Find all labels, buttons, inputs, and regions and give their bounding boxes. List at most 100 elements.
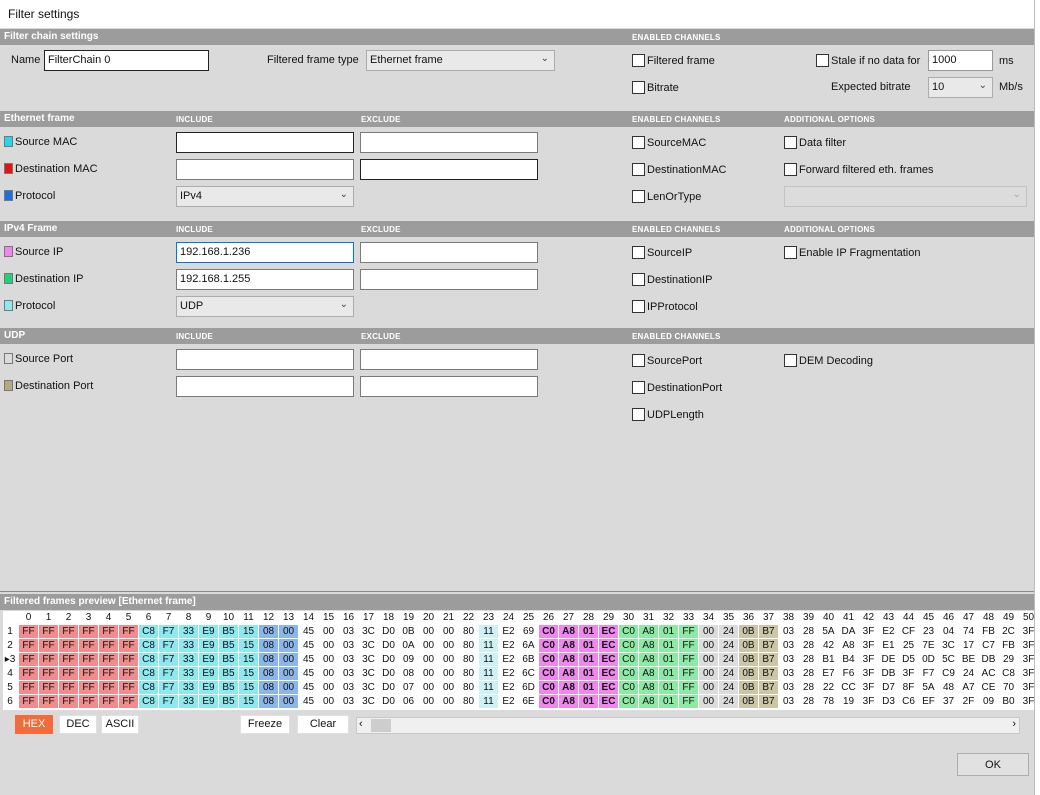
filtered-frame-checkbox[interactable] xyxy=(632,54,645,67)
data-filter-checkbox[interactable] xyxy=(784,136,797,149)
hex-byte-cell[interactable]: 24 xyxy=(719,639,739,653)
hex-byte-cell[interactable]: 80 xyxy=(459,695,479,709)
hex-byte-cell[interactable]: 11 xyxy=(479,625,499,639)
hex-byte-cell[interactable]: 00 xyxy=(319,695,339,709)
hex-byte-cell[interactable]: CE xyxy=(979,681,999,695)
hex-byte-cell[interactable]: FF xyxy=(59,695,79,709)
hex-byte-cell[interactable]: A7 xyxy=(959,681,979,695)
hex-byte-cell[interactable]: 33 xyxy=(179,695,199,709)
hex-byte-cell[interactable]: 00 xyxy=(319,667,339,681)
hex-byte-cell[interactable]: A8 xyxy=(559,639,579,653)
hex-byte-cell[interactable]: 6A xyxy=(519,639,539,653)
hex-byte-cell[interactable]: C0 xyxy=(619,667,639,681)
ip-protocol-dropdown[interactable]: UDP ⌄ xyxy=(176,296,354,317)
hex-byte-cell[interactable]: 08 xyxy=(259,639,279,653)
hex-byte-cell[interactable]: E1 xyxy=(879,639,899,653)
hex-byte-cell[interactable]: BE xyxy=(959,653,979,667)
hex-byte-cell[interactable]: C0 xyxy=(539,639,559,653)
hex-byte-cell[interactable]: 33 xyxy=(179,639,199,653)
hex-byte-cell[interactable]: F7 xyxy=(159,653,179,667)
hex-byte-cell[interactable]: FF xyxy=(39,639,59,653)
hex-byte-cell[interactable]: FF xyxy=(119,639,139,653)
hex-button[interactable]: HEX xyxy=(15,715,53,734)
hex-byte-cell[interactable]: 03 xyxy=(779,625,799,639)
hex-byte-cell[interactable]: 19 xyxy=(839,695,859,709)
hex-byte-cell[interactable]: 00 xyxy=(699,681,719,695)
hex-byte-cell[interactable]: FF xyxy=(59,625,79,639)
hex-byte-cell[interactable]: 00 xyxy=(699,639,719,653)
hex-byte-cell[interactable]: 28 xyxy=(799,681,819,695)
hex-byte-cell[interactable]: 45 xyxy=(299,667,319,681)
hex-byte-cell[interactable]: 03 xyxy=(339,695,359,709)
hex-byte-cell[interactable]: C0 xyxy=(539,667,559,681)
hex-byte-cell[interactable]: 17 xyxy=(959,639,979,653)
hex-byte-cell[interactable]: FF xyxy=(679,681,699,695)
hex-byte-cell[interactable]: 70 xyxy=(999,681,1019,695)
hex-byte-cell[interactable]: C7 xyxy=(979,639,999,653)
hex-byte-cell[interactable]: 0B xyxy=(739,667,759,681)
hex-byte-cell[interactable]: F7 xyxy=(159,667,179,681)
hex-byte-cell[interactable]: 6E xyxy=(519,695,539,709)
hex-byte-cell[interactable]: C0 xyxy=(539,625,559,639)
hex-byte-cell[interactable]: 01 xyxy=(579,639,599,653)
hex-byte-cell[interactable]: EC xyxy=(599,681,619,695)
hex-byte-cell[interactable]: FF xyxy=(99,695,119,709)
source-port-include-field[interactable] xyxy=(176,349,354,370)
hex-byte-cell[interactable]: B5 xyxy=(219,695,239,709)
hex-byte-cell[interactable]: 3F xyxy=(859,625,879,639)
hex-byte-cell[interactable]: E2 xyxy=(499,667,519,681)
hex-byte-cell[interactable]: 3F xyxy=(1019,681,1034,695)
hex-byte-cell[interactable]: 6D xyxy=(519,681,539,695)
hex-byte-cell[interactable]: 24 xyxy=(719,625,739,639)
hex-byte-cell[interactable]: 80 xyxy=(459,625,479,639)
hex-byte-cell[interactable]: 01 xyxy=(579,653,599,667)
hex-byte-cell[interactable]: A8 xyxy=(839,639,859,653)
hex-byte-cell[interactable]: FF xyxy=(39,667,59,681)
hex-byte-cell[interactable]: C0 xyxy=(539,695,559,709)
hex-byte-cell[interactable]: D3 xyxy=(879,695,899,709)
hex-byte-cell[interactable]: 00 xyxy=(279,695,299,709)
hex-byte-cell[interactable]: FF xyxy=(39,695,59,709)
hex-byte-cell[interactable]: 28 xyxy=(799,653,819,667)
hex-byte-cell[interactable]: 00 xyxy=(419,639,439,653)
hex-byte-cell[interactable]: E2 xyxy=(499,681,519,695)
hex-byte-cell[interactable]: FF xyxy=(119,681,139,695)
hex-byte-cell[interactable]: 00 xyxy=(439,625,459,639)
destination-port-exclude-field[interactable] xyxy=(360,376,538,397)
name-field[interactable]: FilterChain 0 xyxy=(44,50,209,71)
hex-byte-cell[interactable]: E9 xyxy=(199,639,219,653)
dec-button[interactable]: DEC xyxy=(59,715,97,734)
hex-byte-cell[interactable]: B7 xyxy=(759,695,779,709)
hex-byte-cell[interactable]: DB xyxy=(979,653,999,667)
hex-byte-cell[interactable]: 08 xyxy=(259,681,279,695)
hex-byte-cell[interactable]: 24 xyxy=(719,695,739,709)
hex-byte-cell[interactable]: B7 xyxy=(759,681,779,695)
hex-byte-cell[interactable]: D0 xyxy=(379,667,399,681)
hex-byte-cell[interactable]: 48 xyxy=(939,681,959,695)
udp-length-channel-checkbox[interactable] xyxy=(632,408,645,421)
hex-byte-cell[interactable]: 00 xyxy=(279,639,299,653)
hex-byte-cell[interactable]: 0B xyxy=(739,681,759,695)
hex-byte-cell[interactable]: E2 xyxy=(499,695,519,709)
eth-protocol-dropdown[interactable]: IPv4 ⌄ xyxy=(176,186,354,207)
hex-byte-cell[interactable]: A8 xyxy=(559,625,579,639)
hex-byte-cell[interactable]: B4 xyxy=(839,653,859,667)
hex-byte-cell[interactable]: EC xyxy=(599,639,619,653)
hex-byte-cell[interactable]: 0A xyxy=(399,639,419,653)
hex-byte-cell[interactable]: 00 xyxy=(439,653,459,667)
hex-byte-cell[interactable]: 15 xyxy=(239,695,259,709)
hex-byte-cell[interactable]: 15 xyxy=(239,681,259,695)
hex-byte-cell[interactable]: 00 xyxy=(419,625,439,639)
hex-byte-cell[interactable]: FF xyxy=(39,681,59,695)
source-port-channel-checkbox[interactable] xyxy=(632,354,645,367)
ip-fragmentation-checkbox[interactable] xyxy=(784,246,797,259)
hex-byte-cell[interactable]: 00 xyxy=(419,681,439,695)
hex-byte-cell[interactable]: FF xyxy=(99,625,119,639)
hex-byte-cell[interactable]: F7 xyxy=(159,681,179,695)
hex-byte-cell[interactable]: 00 xyxy=(699,653,719,667)
hex-byte-cell[interactable]: FF xyxy=(19,681,39,695)
hex-byte-cell[interactable]: 03 xyxy=(779,653,799,667)
ip-protocol-channel-checkbox[interactable] xyxy=(632,300,645,313)
hex-byte-cell[interactable]: FF xyxy=(79,625,99,639)
hex-byte-cell[interactable]: 01 xyxy=(659,639,679,653)
